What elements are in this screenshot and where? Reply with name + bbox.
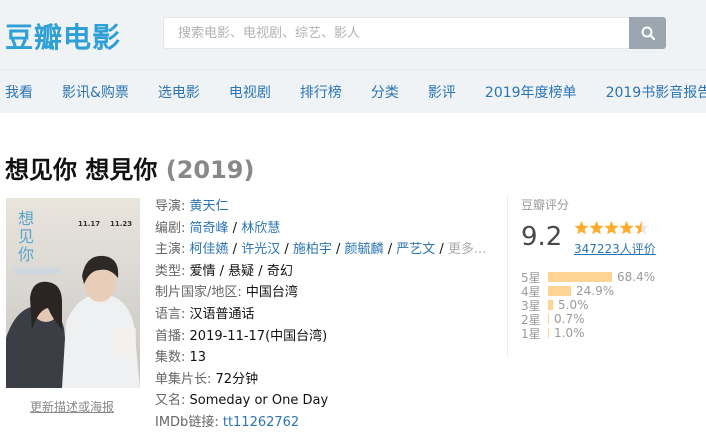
main-nav: 我看 影讯&购票 选电影 电视剧 排行榜 分类 影评 2019年度榜单 2019… xyxy=(0,69,706,113)
runtime-label: 单集片长: xyxy=(155,371,212,387)
rating-score: 9.2 xyxy=(521,222,563,252)
info-imdb-row: IMDb链接: tt11262762 xyxy=(155,412,486,434)
imdb-link[interactable]: tt11262762 xyxy=(223,415,299,430)
rating-row-label: 1星 xyxy=(521,326,541,341)
nav-item-explore-movies[interactable]: 选电影 xyxy=(158,82,200,102)
poster-date-2: 11.23 xyxy=(110,220,133,228)
rating-count-link[interactable]: 347223人评价 xyxy=(574,240,656,257)
rating-stars-icon xyxy=(574,220,649,235)
info-writer-row: 编剧: 简奇峰 / 林欣慧 xyxy=(155,220,281,236)
rating-bar xyxy=(548,300,553,310)
rating-distribution: 5星 68.4% 4星 24.9% 3星 5.0% 2星 0.7% 1星 1.0… xyxy=(521,270,656,341)
rating-row-pct: 68.4% xyxy=(617,270,656,284)
cast-link[interactable]: 柯佳嬿 xyxy=(190,242,229,257)
info-episodes-row: 集数: 13 xyxy=(155,347,486,369)
premiere-value: 2019-11-17(中国台湾) xyxy=(189,328,328,344)
episodes-value: 13 xyxy=(189,350,207,366)
info-runtime-row: 单集片长: 72分钟 xyxy=(155,369,486,391)
episodes-label: 集数: xyxy=(155,350,186,366)
country-label: 制片国家/地区: xyxy=(155,285,242,301)
imdb-label: IMDb链接: xyxy=(155,414,219,430)
nav-item-2019-report[interactable]: 2019书影音报告 xyxy=(606,82,706,102)
rating-label: 豆瓣评分 xyxy=(521,198,570,212)
rating-bar xyxy=(548,272,612,282)
title-name: 想见你 想見你 xyxy=(5,156,158,184)
rating-panel: 豆瓣评分 9.2 347223人评价 5星 68.4% 4星 24.9% 3星 xyxy=(507,196,706,356)
poster-title-text: 想见你 xyxy=(18,209,35,264)
top-bar: 豆瓣电影 xyxy=(0,0,706,69)
info-language-row: 语言: 汉语普通话 xyxy=(155,304,486,326)
info-aka-row: 又名: Someday or One Day xyxy=(155,390,486,412)
aka-value: Someday or One Day xyxy=(189,393,329,409)
rating-row-pct: 0.7% xyxy=(554,312,585,326)
rating-row-pct: 5.0% xyxy=(558,298,589,312)
info-country-row: 制片国家/地区: 中国台湾 xyxy=(155,282,486,304)
nav-item-2019-list[interactable]: 2019年度榜单 xyxy=(485,82,577,102)
nav-item-wokan[interactable]: 我看 xyxy=(5,82,33,102)
writer-link[interactable]: 林欣慧 xyxy=(241,221,280,236)
nav-item-charts[interactable]: 排行榜 xyxy=(300,82,342,102)
cast-label: 主演: xyxy=(155,242,186,258)
info-genre-row: 类型: 爱情 / 悬疑 / 奇幻 xyxy=(155,261,486,283)
search-input[interactable] xyxy=(163,17,629,49)
director-label: 导演: xyxy=(155,199,186,214)
cast-link[interactable]: 许光汉 xyxy=(241,242,280,257)
update-poster-link[interactable]: 更新描述或海报 xyxy=(30,398,114,415)
cast-link[interactable]: 施柏宇 xyxy=(293,242,332,257)
rating-row: 1星 1.0% xyxy=(521,326,655,341)
genre-label: 类型: xyxy=(155,263,186,279)
title-year: (2019) xyxy=(165,156,255,184)
language-label: 语言: xyxy=(155,306,186,322)
rating-row-pct: 1.0% xyxy=(554,326,585,340)
info-director-row: 导演: 黄天仁 xyxy=(155,196,486,218)
rating-bar xyxy=(548,328,549,338)
rating-row-pct: 24.9% xyxy=(576,284,615,298)
info-panel: 导演: 黄天仁 编剧: 简奇峰 / 林欣慧 主演: 柯佳嬿 / 许光汉 / 施柏… xyxy=(155,196,486,434)
nav-item-categories[interactable]: 分类 xyxy=(371,82,399,102)
poster-date-1: 11.17 xyxy=(78,220,101,228)
cast-more-link[interactable]: 更多... xyxy=(448,242,486,257)
country-value: 中国台湾 xyxy=(245,285,298,301)
nav-item-tickets[interactable]: 影讯&购票 xyxy=(62,82,129,102)
director-link[interactable]: 黄天仁 xyxy=(190,199,229,214)
rating-bar xyxy=(548,314,549,324)
nav-item-tv[interactable]: 电视剧 xyxy=(229,82,271,102)
premiere-label: 首播: xyxy=(155,328,186,344)
nav-item-reviews[interactable]: 影评 xyxy=(428,82,456,102)
genre-value: 爱情 / 悬疑 / 奇幻 xyxy=(189,263,293,279)
page-title: 想见你 想見你 (2019) xyxy=(5,150,254,185)
runtime-value: 72分钟 xyxy=(215,371,259,387)
writer-label: 编剧: xyxy=(155,220,186,236)
search-button[interactable] xyxy=(629,17,666,49)
language-value: 汉语普通话 xyxy=(189,306,255,322)
info-premiere-row: 首播: 2019-11-17(中国台湾) xyxy=(155,326,486,348)
search-icon xyxy=(641,26,655,40)
writer-link[interactable]: 简奇峰 xyxy=(190,221,229,236)
poster-image[interactable]: 想见你 11.17 11.23 xyxy=(6,198,140,388)
info-cast-row: 主演: 柯佳嬿 / 许光汉 / 施柏宇 / 颜毓麟 / 严艺文 / 更多... xyxy=(155,242,487,258)
search-form xyxy=(163,17,666,49)
rating-bar xyxy=(548,286,571,296)
cast-link[interactable]: 严艺文 xyxy=(396,242,435,257)
aka-label: 又名: xyxy=(155,393,186,409)
cast-link[interactable]: 颜毓麟 xyxy=(345,242,384,257)
site-logo[interactable]: 豆瓣电影 xyxy=(5,16,121,56)
